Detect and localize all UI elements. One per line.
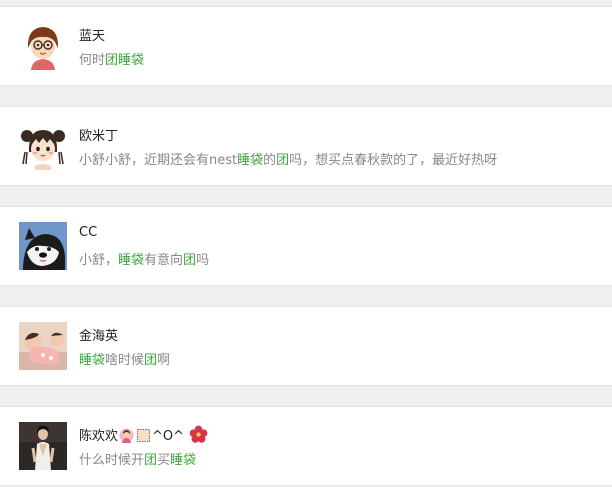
message-text: 买 bbox=[157, 453, 171, 468]
message-text: 的 bbox=[263, 153, 277, 168]
comment-item[interactable]: 欧米丁 小舒小舒，近期还会有nest睡袋的团吗，想买点春秋款的了，最近好热呀 bbox=[0, 106, 612, 186]
message-keyword: 团 bbox=[144, 353, 158, 368]
name-text: 陈欢欢 bbox=[79, 429, 119, 444]
name-text: ^O^ bbox=[152, 429, 185, 444]
message-text: 啥时候 bbox=[105, 353, 145, 368]
comment-list: 蓝天 何时团睡袋 欧米丁 小舒小舒，近期还会有nest睡袋的团吗，想买点春秋款的… bbox=[0, 0, 612, 487]
square-frame-emoji bbox=[136, 428, 151, 443]
message-text: 有意向 bbox=[144, 253, 184, 268]
message-text: 什么时候开 bbox=[79, 453, 145, 468]
woman-portrait-photo-avatar[interactable] bbox=[19, 422, 67, 470]
message-text: 啊 bbox=[157, 353, 171, 368]
commenter-name: 金海英 bbox=[79, 329, 119, 344]
message-keyword: 团 bbox=[144, 453, 158, 468]
comment-message: 小舒小舒，近期还会有nest睡袋的团吗，想买点春秋款的了，最近好热呀 bbox=[79, 149, 497, 168]
message-keyword: 睡袋 bbox=[79, 353, 106, 368]
hibiscus-flower-emoji bbox=[189, 425, 208, 444]
message-text: 小舒小舒，近期还会有nest bbox=[79, 153, 238, 168]
message-keyword: 睡袋 bbox=[118, 53, 145, 68]
comment-message: 小舒，睡袋有意向团吗 bbox=[79, 249, 209, 268]
commenter-name: CC bbox=[79, 225, 98, 240]
comment-message: 何时团睡袋 bbox=[79, 49, 144, 68]
message-keyword: 团 bbox=[105, 53, 119, 68]
message-text: 吗，想买点春秋款的了，最近好热呀 bbox=[289, 153, 498, 168]
commenter-name: 蓝天 bbox=[79, 29, 106, 44]
message-text: 何时 bbox=[79, 53, 106, 68]
message-keyword: 团 bbox=[183, 253, 197, 268]
comment-item[interactable]: CC 小舒，睡袋有意向团吗 bbox=[0, 206, 612, 286]
message-text: 小舒， bbox=[79, 253, 119, 268]
message-keyword: 睡袋 bbox=[237, 153, 264, 168]
message-keyword: 团 bbox=[276, 153, 290, 168]
message-keyword: 睡袋 bbox=[170, 453, 197, 468]
commenter-name: 欧米丁 bbox=[79, 129, 119, 144]
comment-item[interactable]: 金海英 睡袋啥时候团啊 bbox=[0, 306, 612, 386]
comment-item[interactable]: 蓝天 何时团睡袋 bbox=[0, 6, 612, 86]
sleeping-baby-photo-avatar[interactable] bbox=[19, 322, 67, 370]
cartoon-girl-pigtails-avatar[interactable] bbox=[19, 122, 67, 170]
cartoon-girl-glasses-avatar[interactable] bbox=[19, 22, 67, 70]
commenter-name: 陈欢欢 ^O^ bbox=[79, 425, 209, 444]
comment-message: 睡袋啥时候团啊 bbox=[79, 349, 170, 368]
husky-dog-avatar[interactable] bbox=[19, 222, 67, 270]
message-text: 吗 bbox=[196, 253, 210, 268]
comment-message: 什么时候开团买睡袋 bbox=[79, 449, 196, 468]
comment-item[interactable]: 陈欢欢 ^O^ 什么时候开团买睡袋 bbox=[0, 406, 612, 486]
woman-gesturing-emoji bbox=[119, 428, 134, 443]
message-keyword: 睡袋 bbox=[118, 253, 145, 268]
